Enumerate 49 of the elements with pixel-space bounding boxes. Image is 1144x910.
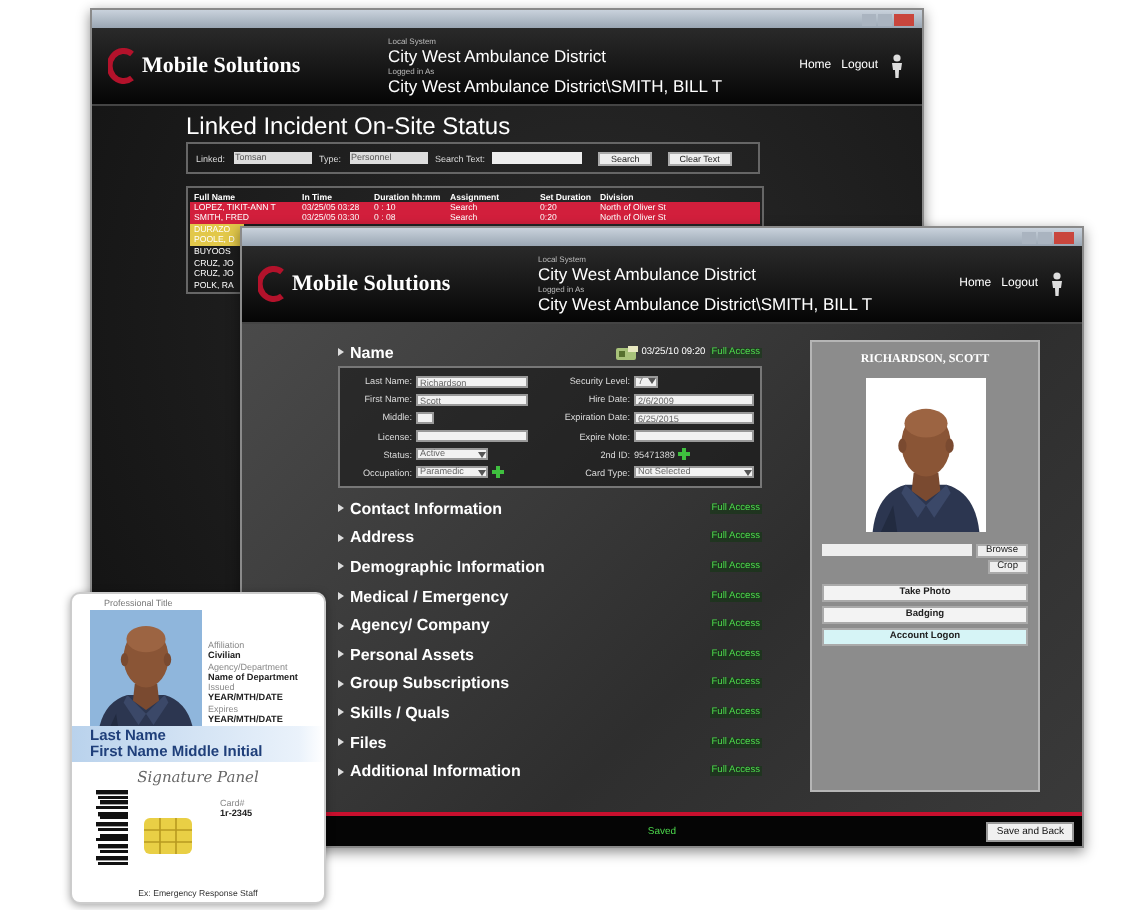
bullet-icon bbox=[338, 650, 344, 659]
file-field[interactable] bbox=[822, 544, 972, 556]
page-title: Linked Incident On-Site Status bbox=[186, 112, 513, 142]
bullet-icon bbox=[338, 348, 344, 356]
logo-text: Mobile Solutions bbox=[292, 272, 451, 296]
plus-icon[interactable] bbox=[678, 448, 691, 461]
logo-icon bbox=[108, 48, 140, 84]
bullet-icon bbox=[338, 533, 344, 542]
system-name: City West Ambulance District bbox=[388, 46, 608, 66]
bullet-icon bbox=[338, 738, 344, 747]
caret-icon bbox=[744, 469, 752, 476]
caret-icon bbox=[648, 378, 656, 385]
section-title[interactable]: Medical / Emergency bbox=[338, 587, 710, 606]
search-field[interactable] bbox=[492, 152, 583, 164]
person-icon[interactable] bbox=[888, 54, 906, 78]
section-title[interactable]: Demographic Information bbox=[338, 557, 710, 576]
bullet-icon bbox=[338, 621, 344, 630]
barcode-icon bbox=[96, 790, 128, 870]
section-title[interactable]: Name bbox=[338, 343, 616, 361]
section-title[interactable]: Agency/ Company bbox=[338, 616, 710, 635]
bullet-icon bbox=[338, 504, 344, 513]
logo-icon bbox=[258, 266, 290, 302]
bullet-icon bbox=[338, 767, 344, 776]
section-title[interactable]: Personal Assets bbox=[338, 645, 710, 664]
section-title[interactable]: Contact Information bbox=[338, 499, 710, 518]
input-field[interactable] bbox=[634, 429, 754, 443]
window-controls-icon[interactable] bbox=[862, 13, 914, 25]
bullet-icon bbox=[338, 679, 344, 688]
id-card-icon bbox=[615, 345, 638, 359]
chip-icon bbox=[144, 818, 192, 854]
bullet-icon bbox=[338, 708, 344, 717]
user-name: City West Ambulance District\SMITH, BILL T bbox=[388, 76, 725, 96]
user-name: City West Ambulance District\SMITH, BILL T bbox=[538, 294, 875, 314]
person-icon[interactable] bbox=[1048, 272, 1066, 296]
logo-text: Mobile Solutions bbox=[142, 54, 301, 78]
window-controls-icon[interactable] bbox=[1022, 231, 1074, 243]
system-name: City West Ambulance District bbox=[538, 264, 758, 284]
plus-icon[interactable] bbox=[492, 466, 504, 479]
section-title[interactable]: Additional Information bbox=[338, 762, 710, 781]
bullet-icon bbox=[338, 592, 344, 601]
bullet-icon bbox=[338, 562, 344, 571]
caret-icon bbox=[478, 469, 486, 476]
section-title[interactable]: Address bbox=[338, 528, 710, 547]
section-title[interactable]: Skills / Quals bbox=[338, 703, 710, 722]
input-field[interactable] bbox=[416, 411, 434, 425]
section-title[interactable]: Group Subscriptions bbox=[338, 674, 710, 693]
input-field[interactable] bbox=[416, 429, 528, 443]
caret-icon bbox=[478, 451, 486, 458]
section-title[interactable]: Files bbox=[338, 733, 710, 752]
